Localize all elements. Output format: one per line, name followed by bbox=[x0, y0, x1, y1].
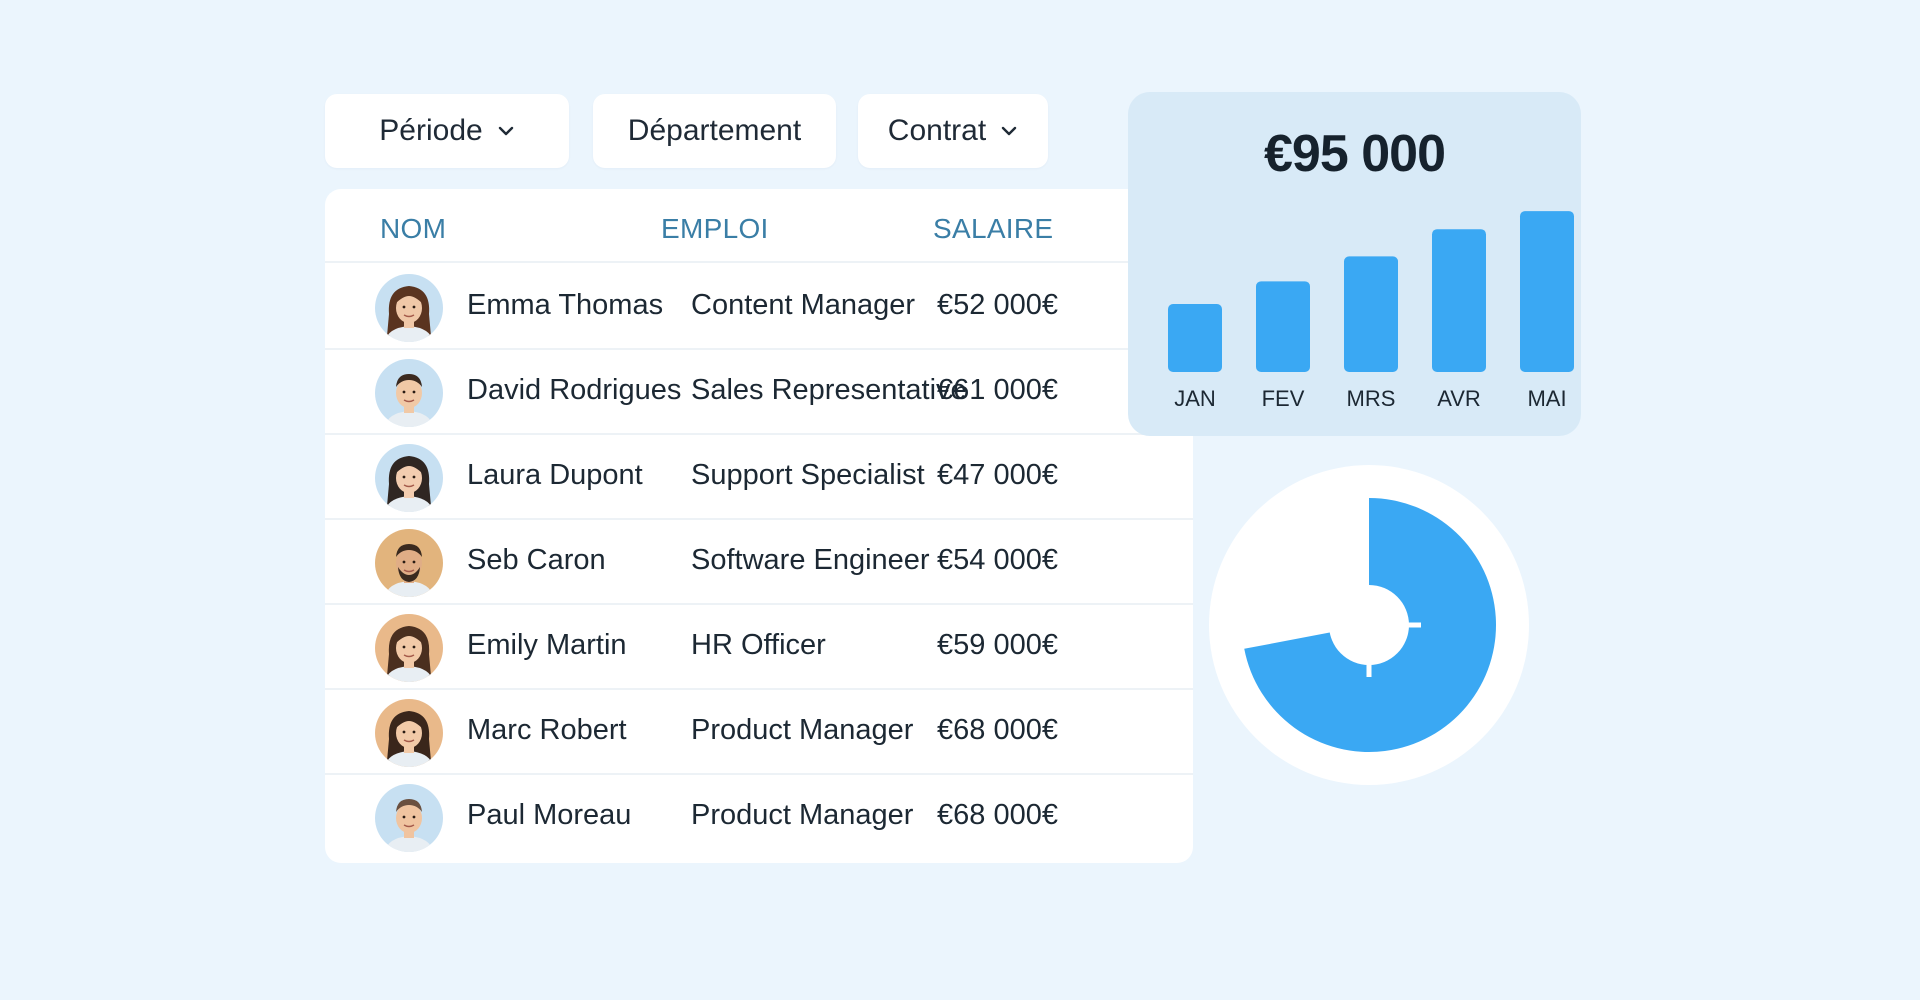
table-row[interactable]: Emily Martin HR Officer €59 000€ bbox=[325, 605, 1193, 690]
chevron-down-icon bbox=[1001, 126, 1017, 136]
bar-jan[interactable] bbox=[1168, 304, 1222, 372]
x-tick-label: JAN bbox=[1174, 386, 1216, 411]
column-header-emploi[interactable]: EMPLOI bbox=[661, 213, 769, 245]
employee-name: Paul Moreau bbox=[467, 799, 632, 831]
chevron-down-icon bbox=[498, 126, 513, 136]
table-row[interactable]: Marc Robert Product Manager €68 000€ bbox=[325, 690, 1193, 775]
salary-chart-card: €95 000 JAN FEV MRS AVR MAI bbox=[1128, 92, 1581, 436]
employee-name: Seb Caron bbox=[467, 544, 606, 576]
employee-name: Emma Thomas bbox=[467, 289, 664, 321]
column-header-salaire[interactable]: SALAIRE bbox=[933, 213, 1053, 245]
monthly-bar-chart: JAN FEV MRS AVR MAI bbox=[1168, 211, 1574, 411]
periode-filter-label: Période bbox=[379, 114, 483, 147]
departement-filter[interactable]: Département bbox=[593, 94, 836, 168]
bar-fev[interactable] bbox=[1256, 281, 1310, 372]
employee-salary: €61 000€ bbox=[937, 374, 1058, 406]
avatar bbox=[375, 359, 443, 427]
x-tick-label: MAI bbox=[1527, 386, 1566, 411]
employee-job: Support Specialist bbox=[691, 459, 925, 491]
table-row[interactable]: David Rodrigues Sales Representative €61… bbox=[325, 350, 1193, 435]
donut-chart-card bbox=[1208, 464, 1530, 786]
employee-name: David Rodrigues bbox=[467, 374, 682, 406]
column-header-nom[interactable]: NOM bbox=[380, 213, 446, 245]
employee-name: Emily Martin bbox=[467, 629, 627, 661]
employee-salary: €52 000€ bbox=[937, 289, 1058, 321]
table-row[interactable]: Seb Caron Software Engineer €54 000€ bbox=[325, 520, 1193, 605]
bar-mrs[interactable] bbox=[1344, 256, 1398, 372]
employee-name: Laura Dupont bbox=[467, 459, 643, 491]
employee-name: Marc Robert bbox=[467, 714, 627, 746]
x-tick-label: FEV bbox=[1262, 386, 1305, 411]
departement-filter-label: Département bbox=[627, 114, 802, 147]
dashboard: Période Département Contrat NOM EMPLOI S… bbox=[0, 0, 1920, 1000]
employee-salary: €59 000€ bbox=[937, 629, 1058, 661]
avatar bbox=[375, 784, 443, 852]
avatar bbox=[375, 274, 443, 342]
avatar bbox=[375, 699, 443, 767]
table-row[interactable]: Paul Moreau Product Manager €68 000€ bbox=[325, 775, 1193, 860]
table-header: NOM EMPLOI SALAIRE bbox=[325, 189, 1193, 263]
employee-job: Software Engineer bbox=[691, 544, 930, 576]
donut-hole bbox=[1329, 585, 1409, 665]
employee-salary: €54 000€ bbox=[937, 544, 1058, 576]
periode-filter[interactable]: Période bbox=[325, 94, 569, 168]
donut-chart bbox=[1209, 465, 1529, 785]
avatar bbox=[375, 614, 443, 682]
avatar bbox=[375, 444, 443, 512]
employee-job: Content Manager bbox=[691, 289, 916, 321]
contrat-filter-label: Contrat bbox=[887, 114, 987, 147]
bar-avr[interactable] bbox=[1432, 229, 1486, 372]
employee-job: Product Manager bbox=[691, 799, 914, 831]
employee-job: Sales Representative bbox=[691, 374, 967, 406]
contrat-filter[interactable]: Contrat bbox=[858, 94, 1048, 168]
table-row[interactable]: Laura Dupont Support Specialist €47 000€ bbox=[325, 435, 1193, 520]
employee-table: NOM EMPLOI SALAIRE Emma Thomas Content M… bbox=[325, 189, 1193, 863]
employee-salary: €68 000€ bbox=[937, 714, 1058, 746]
x-tick-label: AVR bbox=[1437, 386, 1481, 411]
table-row[interactable]: Emma Thomas Content Manager €52 000€ bbox=[325, 265, 1193, 350]
employee-salary: €68 000€ bbox=[937, 799, 1058, 831]
employee-salary: €47 000€ bbox=[937, 459, 1058, 491]
employee-job: HR Officer bbox=[691, 629, 826, 661]
employee-job: Product Manager bbox=[691, 714, 914, 746]
avatar bbox=[375, 529, 443, 597]
bar-mai[interactable] bbox=[1520, 211, 1574, 372]
x-tick-label: MRS bbox=[1347, 386, 1396, 411]
